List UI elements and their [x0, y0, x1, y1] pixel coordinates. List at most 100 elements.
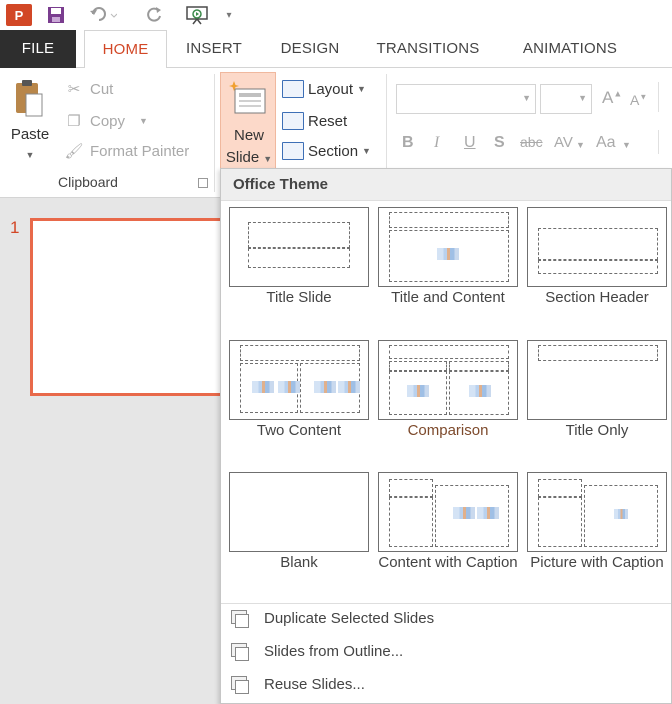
clipboard-icon	[16, 80, 43, 117]
customize-toolbar-icon[interactable]: ▾	[222, 4, 236, 26]
quick-access-toolbar: P ▾	[0, 0, 672, 30]
divider	[658, 130, 659, 154]
layout-button[interactable]: Layout ▼	[282, 76, 366, 102]
bold-button[interactable]: B	[402, 134, 414, 152]
section-icon	[282, 142, 304, 160]
layout-blank[interactable]: Blank	[229, 472, 369, 602]
italic-button[interactable]: I	[434, 134, 439, 152]
layout-title-slide[interactable]: Title Slide	[229, 207, 369, 337]
chevron-down-icon: ▼	[522, 93, 531, 103]
shadow-button[interactable]: S	[494, 134, 505, 152]
font-format-row: B I U S abc AV ▼ Aa ▼	[396, 128, 672, 158]
layout-content-with-caption[interactable]: Content with Caption	[378, 472, 518, 602]
layout-thumbnail	[378, 207, 518, 287]
repeat-icon[interactable]	[142, 4, 166, 26]
scissors-icon: ✂	[67, 81, 81, 98]
gallery-header: Office Theme	[221, 169, 671, 201]
layout-thumbnail	[527, 340, 667, 420]
shrink-font-button[interactable]: A▼	[630, 92, 647, 108]
slide-number: 1	[10, 218, 20, 237]
chevron-down-icon: ▼	[362, 146, 371, 156]
reuse-slides-icon	[227, 674, 249, 694]
ribbon-tabs: FILE HOME INSERT DESIGN TRANSITIONS ANIM…	[0, 30, 672, 69]
duplicate-slides-icon	[227, 608, 249, 628]
paintbrush-icon: 🖌	[64, 143, 84, 160]
tab-transitions[interactable]: TRANSITIONS	[366, 30, 490, 68]
start-from-beginning-icon[interactable]	[184, 4, 210, 26]
tab-file[interactable]: FILE	[0, 30, 76, 68]
powerpoint-logo-icon: P	[6, 4, 32, 26]
layout-label: Title Only	[565, 422, 629, 439]
layout-thumbnail	[229, 207, 369, 287]
layout-thumbnail	[378, 340, 518, 420]
copy-icon: ❐	[67, 113, 81, 130]
chevron-down-icon: ▼	[622, 140, 631, 150]
chevron-down-icon: ▼	[578, 93, 587, 103]
paste-label: Paste	[10, 126, 50, 143]
layout-comparison[interactable]: Comparison	[378, 340, 518, 470]
layout-section-header[interactable]: Section Header	[527, 207, 667, 337]
layout-label: Title and Content	[391, 289, 505, 306]
layout-picture-with-caption[interactable]: Picture with Caption	[527, 472, 667, 602]
layout-label: Section Header	[545, 289, 649, 306]
new-slide-label: New	[233, 127, 264, 144]
clipboard-group-label: Clipboard	[58, 174, 118, 190]
reset-icon	[282, 112, 304, 130]
format-painter-button[interactable]: 🖌 Format Painter	[64, 138, 189, 164]
cut-label: Cut	[90, 80, 114, 98]
layout-label: Comparison	[407, 422, 489, 439]
duplicate-selected-slides-item[interactable]: Duplicate Selected Slides	[225, 603, 665, 633]
chevron-down-icon: ▼	[25, 150, 35, 160]
new-slide-icon	[229, 81, 266, 114]
layout-label: Content with Caption	[378, 554, 518, 571]
section-button[interactable]: Section ▼	[282, 138, 371, 164]
font-size-dropdown[interactable]: ▼	[540, 84, 592, 114]
layout-thumbnail	[527, 207, 667, 287]
layout-label: Title Slide	[266, 289, 332, 306]
outline-icon	[227, 641, 249, 661]
layout-label: Layout	[308, 80, 354, 98]
layout-label: Blank	[280, 554, 318, 571]
layout-label: Picture with Caption	[530, 554, 664, 571]
undo-icon[interactable]	[88, 4, 118, 26]
strikethrough-button[interactable]: abc	[520, 134, 543, 150]
slide-thumbnail[interactable]	[30, 218, 230, 396]
divider	[658, 82, 659, 112]
new-slide-label-2: Slide ▼	[225, 149, 273, 166]
paste-button[interactable]: Paste ▼	[6, 78, 54, 178]
tab-design[interactable]: DESIGN	[270, 30, 350, 68]
character-spacing-button[interactable]: AV	[554, 134, 573, 151]
change-case-button[interactable]: Aa	[596, 134, 616, 152]
layout-label: Two Content	[256, 422, 342, 439]
reuse-slides-item[interactable]: Reuse Slides...	[225, 669, 665, 699]
layout-thumbnail	[229, 472, 369, 552]
chevron-down-icon: ▼	[357, 84, 366, 94]
font-name-dropdown[interactable]: ▼	[396, 84, 536, 114]
new-slide-button[interactable]: New Slide ▼	[220, 72, 276, 172]
underline-button[interactable]: U	[464, 134, 476, 152]
menu-item-label: Reuse Slides...	[264, 675, 365, 693]
layout-title-and-content[interactable]: Title and Content	[378, 207, 518, 337]
save-icon[interactable]	[46, 4, 66, 26]
dialog-launcher-icon[interactable]	[198, 178, 208, 188]
cut-button[interactable]: ✂ Cut	[64, 76, 114, 102]
layout-thumbnail	[378, 472, 518, 552]
copy-button[interactable]: ❐ Copy ▼	[64, 108, 148, 134]
layout-title-only[interactable]: Title Only	[527, 340, 667, 470]
tab-insert[interactable]: INSERT	[178, 30, 250, 68]
reset-button[interactable]: Reset	[282, 108, 347, 134]
tab-animations[interactable]: ANIMATIONS	[508, 30, 632, 68]
new-slide-gallery: Office Theme Title Slide Title and Conte…	[220, 168, 672, 704]
menu-item-label: Duplicate Selected Slides	[264, 609, 435, 627]
format-painter-label: Format Painter	[90, 142, 190, 160]
layout-thumbnail	[229, 340, 369, 420]
layout-two-content[interactable]: Two Content	[229, 340, 369, 470]
tab-home[interactable]: HOME	[84, 30, 167, 69]
reset-label: Reset	[308, 112, 348, 130]
grow-font-button[interactable]: A▲	[602, 88, 622, 108]
section-label: Section	[308, 142, 359, 160]
layout-icon	[282, 80, 304, 98]
slides-from-outline-item[interactable]: Slides from Outline...	[225, 636, 665, 666]
menu-item-label: Slides from Outline...	[264, 642, 404, 660]
chevron-down-icon: ▼	[576, 140, 585, 150]
